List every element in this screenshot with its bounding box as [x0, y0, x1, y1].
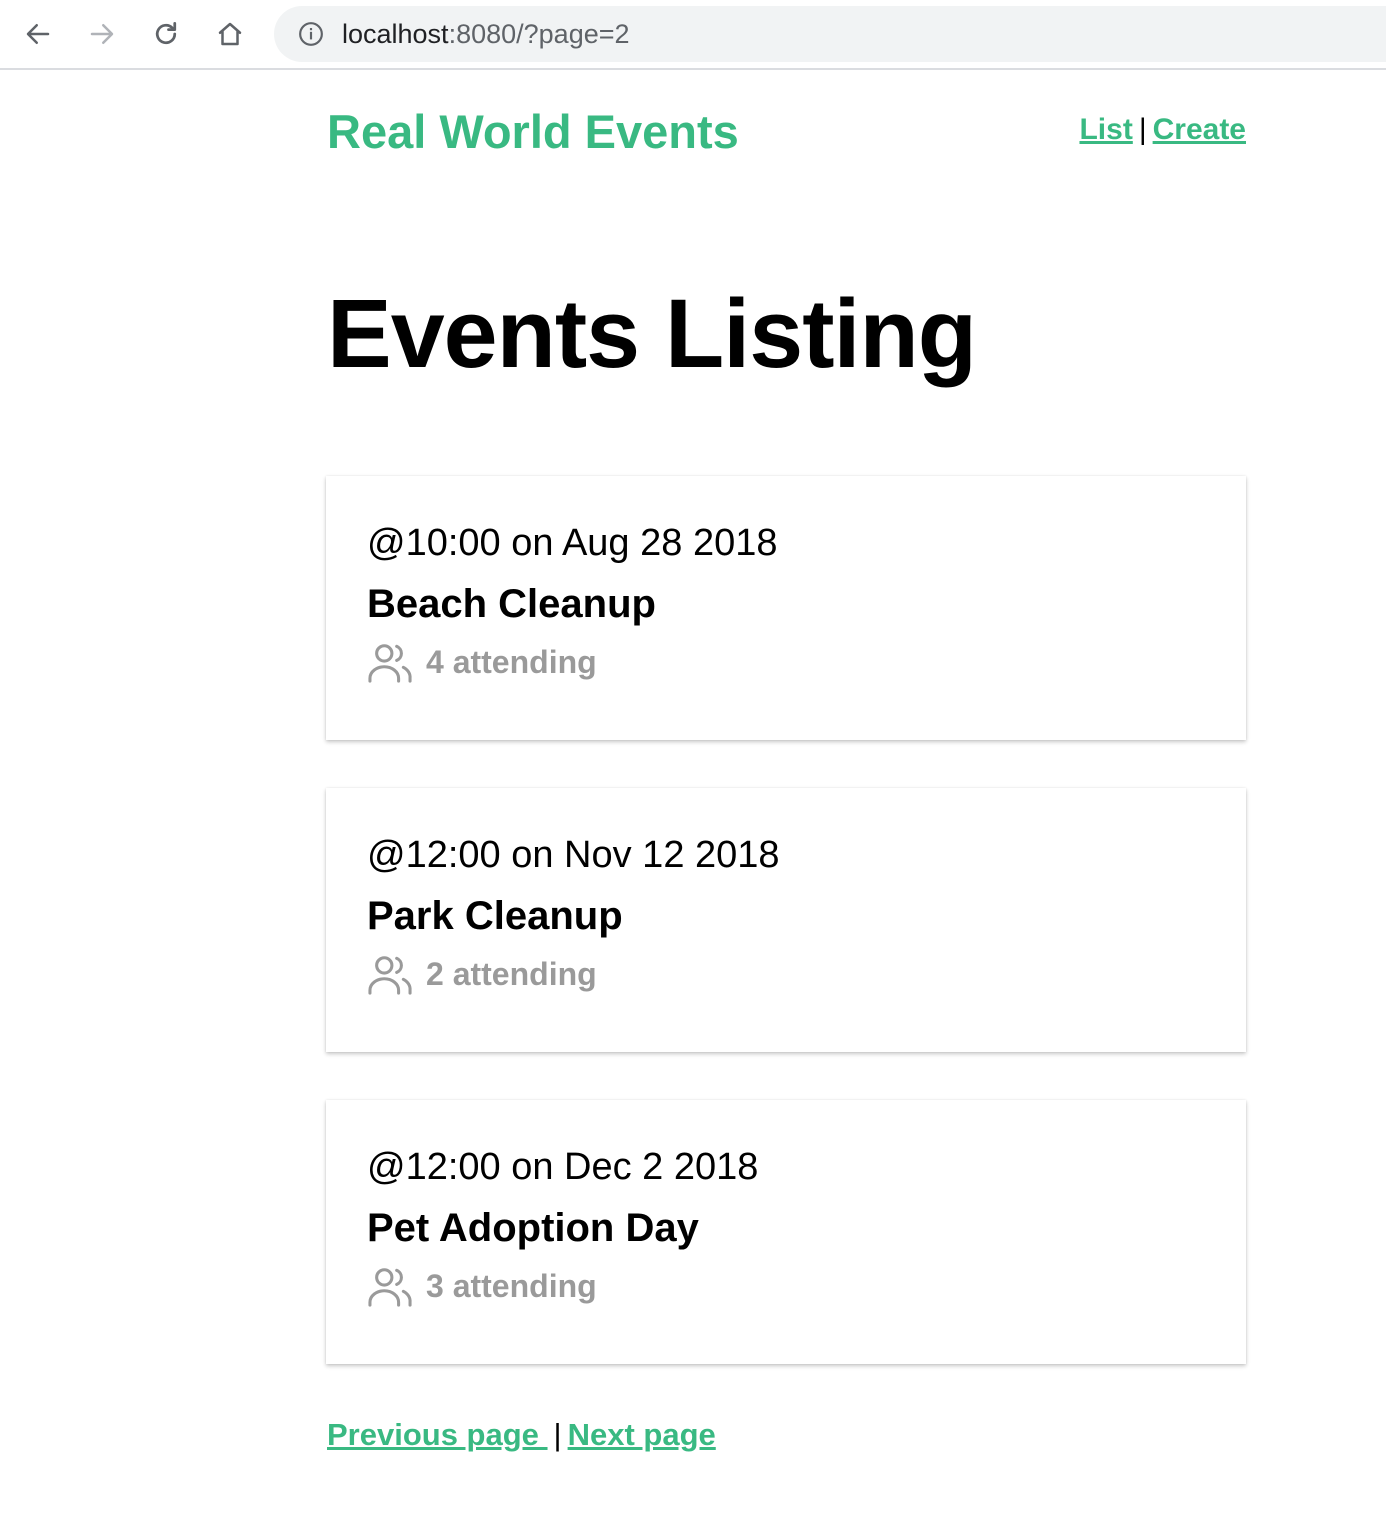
attending-count: 3 attending: [426, 1267, 597, 1304]
url-path: :8080/?page=2: [448, 19, 630, 49]
back-button[interactable]: [18, 14, 58, 54]
url-host: localhost: [342, 19, 449, 49]
attending-count: 2 attending: [426, 955, 597, 992]
previous-page-link[interactable]: Previous page: [327, 1417, 548, 1452]
event-attendance: 4 attending: [366, 641, 597, 683]
event-time: @10:00 on Aug 28 2018: [367, 522, 778, 564]
event-time: @12:00 on Dec 2 2018: [367, 1146, 759, 1188]
event-time: @12:00 on Nov 12 2018: [367, 834, 780, 876]
forward-button[interactable]: [82, 14, 122, 54]
brand-title: Real World Events: [327, 105, 739, 158]
nav-link-create[interactable]: Create: [1153, 113, 1246, 146]
reload-icon: [155, 22, 177, 45]
users-icon: [368, 1268, 412, 1307]
home-button[interactable]: [210, 14, 250, 54]
event-card[interactable]: @12:00 on Dec 2 2018 Pet Adoption Day 3 …: [326, 1100, 1246, 1364]
info-icon[interactable]: [298, 21, 324, 47]
event-attendance: 3 attending: [366, 1265, 597, 1307]
nav-link-list[interactable]: List: [1079, 113, 1132, 146]
next-page-link[interactable]: Next page: [568, 1417, 716, 1452]
address-bar[interactable]: localhost:8080/?page=2: [274, 6, 1386, 62]
event-card[interactable]: @12:00 on Nov 12 2018 Park Cleanup 2 att…: [326, 788, 1246, 1052]
back-arrow-icon: [26, 24, 50, 44]
event-title: Park Cleanup: [367, 894, 623, 938]
event-title: Pet Adoption Day: [367, 1206, 699, 1250]
nav-separator: |: [1138, 113, 1147, 146]
home-icon: [218, 22, 242, 46]
users-icon: [368, 956, 412, 995]
browser-toolbar: localhost:8080/?page=2: [0, 0, 1386, 70]
forward-arrow-icon: [90, 24, 114, 44]
event-attendance: 2 attending: [366, 953, 597, 995]
top-nav: List | Create: [1079, 113, 1246, 147]
event-card[interactable]: @10:00 on Aug 28 2018 Beach Cleanup 4 at…: [326, 476, 1246, 740]
event-title: Beach Cleanup: [367, 582, 656, 626]
attending-count: 4 attending: [426, 643, 597, 680]
pager-separator: |: [553, 1417, 562, 1452]
url-text[interactable]: localhost:8080/?page=2: [342, 19, 630, 50]
pagination: Previous page | Next page: [327, 1417, 716, 1453]
users-icon: [368, 644, 412, 683]
reload-button[interactable]: [146, 14, 186, 54]
page-title: Events Listing: [327, 279, 977, 388]
